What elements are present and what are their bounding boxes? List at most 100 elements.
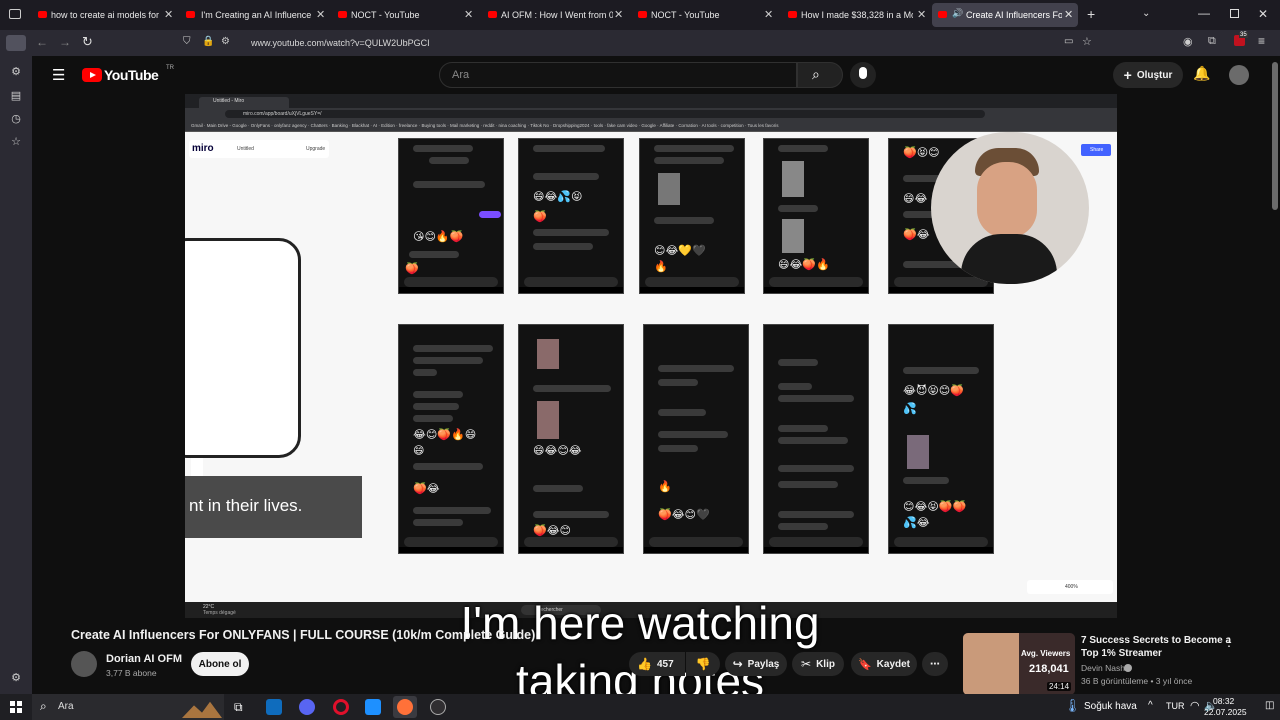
chat-screenshot: 🔥 🍑😂😊🖤: [643, 324, 749, 554]
speaker-icon[interactable]: 🔊: [952, 8, 963, 19]
close-tab-icon[interactable]: ✕: [1064, 8, 1073, 21]
youtube-logo[interactable]: YouTube TR: [82, 65, 192, 85]
miro-frame-shape: [185, 238, 301, 458]
close-tab-icon[interactable]: ✕: [464, 8, 473, 21]
clip-button[interactable]: ✂ Klip: [792, 652, 844, 676]
miro-board-name: Untitled: [237, 146, 254, 152]
recommended-channel[interactable]: Devin Nash: [1081, 663, 1125, 673]
dislike-button[interactable]: 👎: [686, 652, 720, 676]
task-view-icon[interactable]: ⧉: [234, 700, 243, 715]
bookmarks-icon[interactable]: ☆: [10, 136, 22, 148]
account-icon[interactable]: ◉: [1183, 35, 1193, 48]
subscribe-button[interactable]: Abone ol: [191, 652, 249, 676]
windows-taskbar: ⌕ Ara ⧉ 🌡 Soğuk hava ^ TUR ◠ 🔈 08:32 22.…: [0, 694, 1280, 720]
recommended-thumbnail[interactable]: Avg. Viewers 218,041 24:14: [963, 633, 1075, 695]
close-tab-icon[interactable]: ✕: [764, 8, 773, 21]
voice-search-button[interactable]: [850, 62, 876, 88]
share-button[interactable]: ↪ Paylaş: [725, 652, 787, 676]
close-tab-icon[interactable]: ✕: [917, 8, 926, 21]
taskbar-search[interactable]: ⌕ Ara: [32, 694, 224, 720]
weather-icon[interactable]: 🌡: [1064, 698, 1081, 714]
back-icon[interactable]: ←: [36, 35, 48, 49]
browser-tab-active[interactable]: 🔊 Create AI Influencers For Ol ✕: [932, 3, 1078, 27]
browser-tab[interactable]: AI OFM : How I Went from 0$ tc ✕: [480, 0, 630, 30]
notifications-bell-icon[interactable]: 🔔: [1193, 65, 1210, 82]
reader-view-icon[interactable]: ▭: [1064, 36, 1073, 47]
history-icon[interactable]: ◷: [10, 113, 22, 125]
tab-overflow-chevron-icon[interactable]: ⌄: [1142, 8, 1150, 19]
extensions-sidebar-icon[interactable]: ⚙: [10, 66, 22, 78]
extensions-icon[interactable]: ⧉: [1208, 35, 1216, 48]
obs-icon[interactable]: [430, 699, 446, 715]
clock-date[interactable]: 22.07.2025: [1204, 707, 1247, 717]
search-button[interactable]: ⌕: [797, 62, 843, 88]
tab-list-icon[interactable]: [9, 9, 21, 19]
new-tab-icon[interactable]: +: [1087, 6, 1095, 22]
clock-time[interactable]: 08:32: [1213, 696, 1234, 706]
webcam-presenter: [931, 132, 1089, 284]
video-miro-url: miro.com/app/board/uXjVLgueSY=/: [243, 111, 322, 117]
windows-start-icon[interactable]: [10, 701, 22, 713]
close-window-icon[interactable]: ✕: [1258, 7, 1268, 21]
video-weather: Temps dégagé: [203, 610, 236, 616]
opera-icon[interactable]: [333, 699, 349, 715]
minimize-icon[interactable]: —: [1198, 6, 1210, 20]
video-miro-tab-label: Untitled - Miro: [213, 98, 245, 104]
address-bar[interactable]: ⛉ 🔒 ⚙ www.youtube.com/watch?v=QULW2UbPGC…: [176, 33, 1102, 53]
recommended-more-icon[interactable]: ⋮: [1223, 635, 1235, 649]
thumbs-down-icon: 👎: [695, 657, 711, 671]
discord-icon[interactable]: [299, 699, 315, 715]
sidebar-toggle-icon[interactable]: [6, 35, 26, 51]
search-input[interactable]: Ara: [439, 62, 797, 88]
synced-tabs-icon[interactable]: ▤: [10, 90, 22, 102]
youtube-logo-text: YouTube: [104, 67, 159, 83]
recommended-title[interactable]: Top 1% Streamer: [1081, 648, 1162, 659]
maximize-icon[interactable]: [1230, 9, 1239, 18]
permissions-icon[interactable]: ⚙: [221, 36, 230, 47]
scrollbar-thumb[interactable]: [1272, 62, 1278, 210]
desert-landscape-icon: [182, 701, 222, 718]
close-tab-icon[interactable]: ✕: [316, 8, 325, 21]
firefox-icon[interactable]: [393, 696, 417, 718]
save-label: Kaydet: [876, 658, 911, 670]
browser-tab[interactable]: How I made $38,328 in a Month ✕: [780, 0, 930, 30]
outlook-icon[interactable]: [266, 699, 282, 715]
close-tab-icon[interactable]: ✕: [164, 8, 173, 21]
app-icon[interactable]: [365, 699, 381, 715]
more-actions-button[interactable]: ⋯: [922, 652, 948, 676]
wifi-icon[interactable]: ◠: [1190, 699, 1200, 712]
recommended-title[interactable]: 7 Success Secrets to Become a: [1081, 635, 1231, 646]
menu-icon[interactable]: ≡: [1258, 34, 1265, 48]
youtube-favicon-icon: [938, 11, 947, 18]
browser-tab[interactable]: how to create ai models for onl ✕: [30, 0, 180, 30]
channel-avatar[interactable]: [71, 651, 97, 677]
tray-chevron-icon[interactable]: ^: [1148, 700, 1153, 711]
save-button[interactable]: 🔖 Kaydet: [851, 652, 917, 676]
url-text[interactable]: www.youtube.com/watch?v=QULW2UbPGCI: [251, 38, 430, 48]
miro-zoom-level: 400%: [1065, 584, 1078, 590]
page-scrollbar[interactable]: [1270, 56, 1280, 694]
reload-icon[interactable]: ↻: [82, 34, 93, 50]
hamburger-menu-icon[interactable]: ☰: [52, 66, 65, 84]
video-player[interactable]: Untitled - Miro miro.com/app/board/uXjVL…: [185, 94, 1117, 618]
lock-icon[interactable]: 🔒: [202, 36, 214, 47]
language-label[interactable]: TUR: [1166, 701, 1185, 711]
tab-label: I'm Creating an AI Influencer Fr: [201, 10, 311, 20]
browser-tab[interactable]: NOCT - YouTube ✕: [330, 0, 480, 30]
customize-sidebar-icon[interactable]: ⚙: [10, 672, 22, 684]
close-tab-icon[interactable]: ✕: [614, 8, 623, 21]
shield-icon[interactable]: ⛉: [183, 36, 191, 47]
bookmark-star-icon[interactable]: ☆: [1082, 35, 1092, 48]
thumb-text-line2: 218,041: [1029, 663, 1069, 675]
channel-name[interactable]: Dorian AI OFM: [106, 653, 182, 665]
video-duration: 24:14: [1047, 682, 1072, 691]
weather-label[interactable]: Soğuk hava: [1084, 701, 1137, 712]
tab-label: Create AI Influencers For Ol: [966, 10, 1062, 20]
avatar[interactable]: [1229, 65, 1249, 85]
browser-tab[interactable]: I'm Creating an AI Influencer Fr ✕: [180, 0, 330, 30]
like-button[interactable]: 👍 457: [629, 652, 685, 676]
forward-icon[interactable]: →: [59, 35, 71, 49]
create-button[interactable]: + Oluştur: [1113, 62, 1183, 88]
browser-tab[interactable]: NOCT - YouTube ✕: [630, 0, 780, 30]
notification-icon[interactable]: ◫: [1265, 700, 1274, 711]
